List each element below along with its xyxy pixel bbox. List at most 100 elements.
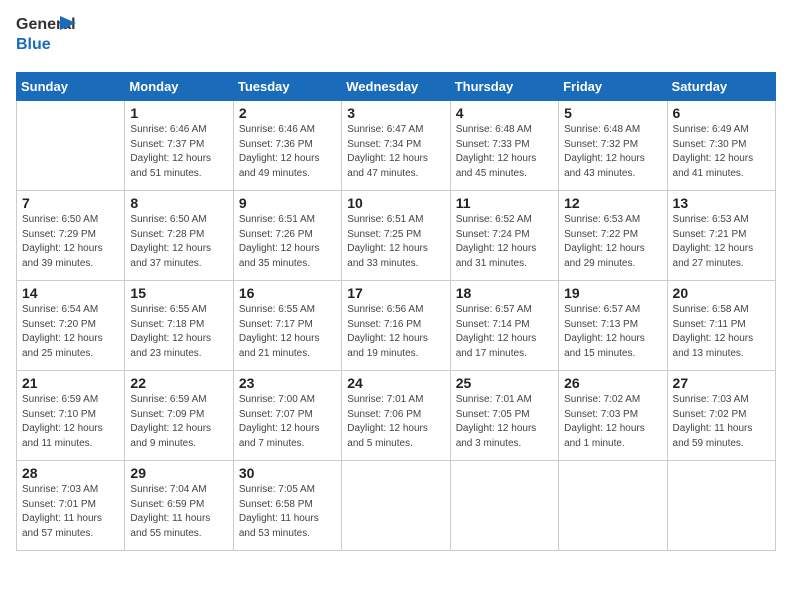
- day-cell: 25 Sunrise: 7:01 AMSunset: 7:05 PMDayligh…: [450, 371, 558, 461]
- day-cell: 18Sunrise: 6:57 AMSunset: 7:14 PMDayligh…: [450, 281, 558, 371]
- day-info: Sunrise: 7:03 AMSunset: 7:01 PMDaylight:…: [22, 483, 119, 541]
- day-info: Sunrise: 6:47 AMSunset: 7:34 PMDaylight:…: [347, 123, 444, 181]
- day-cell: 13 Sunrise: 6:53 AMSunset: 7:21 PMDayligh…: [667, 191, 775, 281]
- day-cell: 15 Sunrise: 6:55 AMSunset: 7:18 PMDayligh…: [125, 281, 233, 371]
- day-cell: [17, 101, 125, 191]
- day-number: 14: [22, 285, 119, 301]
- day-info: Sunrise: 7:03 AMSunset: 7:02 PMDaylight:…: [673, 393, 770, 451]
- day-info: Sunrise: 6:48 AMSunset: 7:32 PMDaylight:…: [564, 123, 661, 181]
- day-number: 26: [564, 375, 661, 391]
- day-cell: 2 Sunrise: 6:46 AMSunset: 7:36 PMDaylight…: [233, 101, 341, 191]
- day-info: Sunrise: 6:53 AMSunset: 7:22 PMDaylight:…: [564, 213, 661, 271]
- day-number: 22: [130, 375, 227, 391]
- logo-container: General Blue: [16, 16, 72, 60]
- day-number: 23: [239, 375, 336, 391]
- day-info: Sunrise: 6:53 AMSunset: 7:21 PMDaylight:…: [673, 213, 770, 271]
- day-info: Sunrise: 7:05 AMSunset: 6:58 PMDaylight:…: [239, 483, 336, 541]
- day-cell: 3 Sunrise: 6:47 AMSunset: 7:34 PMDaylight…: [342, 101, 450, 191]
- week-row-5: 28 Sunrise: 7:03 AMSunset: 7:01 PMDayligh…: [17, 461, 776, 551]
- day-number: 17: [347, 285, 444, 301]
- day-number: 12: [564, 195, 661, 211]
- col-header-tuesday: Tuesday: [233, 73, 341, 101]
- day-number: 3: [347, 105, 444, 121]
- day-cell: 27Sunrise: 7:03 AMSunset: 7:02 PMDayligh…: [667, 371, 775, 461]
- day-cell: 7 Sunrise: 6:50 AMSunset: 7:29 PMDaylight…: [17, 191, 125, 281]
- day-info: Sunrise: 7:01 AMSunset: 7:05 PMDaylight:…: [456, 393, 553, 451]
- day-info: Sunrise: 6:59 AMSunset: 7:09 PMDaylight:…: [130, 393, 227, 451]
- day-info: Sunrise: 6:57 AMSunset: 7:13 PMDaylight:…: [564, 303, 661, 361]
- day-info: Sunrise: 6:56 AMSunset: 7:16 PMDaylight:…: [347, 303, 444, 361]
- day-info: Sunrise: 6:50 AMSunset: 7:29 PMDaylight:…: [22, 213, 119, 271]
- day-number: 2: [239, 105, 336, 121]
- day-cell: 5Sunrise: 6:48 AMSunset: 7:32 PMDaylight…: [559, 101, 667, 191]
- day-info: Sunrise: 6:59 AMSunset: 7:10 PMDaylight:…: [22, 393, 119, 451]
- day-cell: 23Sunrise: 7:00 AMSunset: 7:07 PMDayligh…: [233, 371, 341, 461]
- week-row-2: 7 Sunrise: 6:50 AMSunset: 7:29 PMDaylight…: [17, 191, 776, 281]
- page-header: General Blue: [16, 16, 776, 60]
- day-cell: 4Sunrise: 6:48 AMSunset: 7:33 PMDaylight…: [450, 101, 558, 191]
- day-cell: 26Sunrise: 7:02 AMSunset: 7:03 PMDayligh…: [559, 371, 667, 461]
- logo-blue: Blue: [16, 36, 51, 54]
- day-cell: [667, 461, 775, 551]
- day-number: 25: [456, 375, 553, 391]
- day-number: 11: [456, 195, 553, 211]
- calendar-body: 1 Sunrise: 6:46 AMSunset: 7:37 PMDaylight…: [17, 101, 776, 551]
- day-number: 1: [130, 105, 227, 121]
- day-info: Sunrise: 6:46 AMSunset: 7:36 PMDaylight:…: [239, 123, 336, 181]
- day-cell: 9 Sunrise: 6:51 AMSunset: 7:26 PMDaylight…: [233, 191, 341, 281]
- day-info: Sunrise: 6:51 AMSunset: 7:25 PMDaylight:…: [347, 213, 444, 271]
- calendar-table: SundayMondayTuesdayWednesdayThursdayFrid…: [16, 72, 776, 551]
- day-info: Sunrise: 6:58 AMSunset: 7:11 PMDaylight:…: [673, 303, 770, 361]
- day-cell: 24 Sunrise: 7:01 AMSunset: 7:06 PMDayligh…: [342, 371, 450, 461]
- logo-arrow-icon: [60, 16, 76, 30]
- day-cell: 22 Sunrise: 6:59 AMSunset: 7:09 PMDayligh…: [125, 371, 233, 461]
- day-cell: 28 Sunrise: 7:03 AMSunset: 7:01 PMDayligh…: [17, 461, 125, 551]
- day-cell: 20 Sunrise: 6:58 AMSunset: 7:11 PMDayligh…: [667, 281, 775, 371]
- day-cell: 30 Sunrise: 7:05 AMSunset: 6:58 PMDayligh…: [233, 461, 341, 551]
- logo-graphic: General Blue: [16, 16, 68, 60]
- day-cell: [342, 461, 450, 551]
- day-number: 20: [673, 285, 770, 301]
- day-number: 19: [564, 285, 661, 301]
- day-info: Sunrise: 7:01 AMSunset: 7:06 PMDaylight:…: [347, 393, 444, 451]
- day-number: 18: [456, 285, 553, 301]
- day-number: 13: [673, 195, 770, 211]
- day-info: Sunrise: 6:48 AMSunset: 7:33 PMDaylight:…: [456, 123, 553, 181]
- day-cell: 1 Sunrise: 6:46 AMSunset: 7:37 PMDaylight…: [125, 101, 233, 191]
- day-number: 10: [347, 195, 444, 211]
- day-number: 24: [347, 375, 444, 391]
- day-cell: 8Sunrise: 6:50 AMSunset: 7:28 PMDaylight…: [125, 191, 233, 281]
- day-cell: 14 Sunrise: 6:54 AMSunset: 7:20 PMDayligh…: [17, 281, 125, 371]
- day-info: Sunrise: 6:54 AMSunset: 7:20 PMDaylight:…: [22, 303, 119, 361]
- day-number: 9: [239, 195, 336, 211]
- day-cell: [450, 461, 558, 551]
- day-info: Sunrise: 6:46 AMSunset: 7:37 PMDaylight:…: [130, 123, 227, 181]
- day-number: 8: [130, 195, 227, 211]
- day-cell: [559, 461, 667, 551]
- day-info: Sunrise: 6:55 AMSunset: 7:18 PMDaylight:…: [130, 303, 227, 361]
- week-row-3: 14 Sunrise: 6:54 AMSunset: 7:20 PMDayligh…: [17, 281, 776, 371]
- col-header-friday: Friday: [559, 73, 667, 101]
- day-number: 7: [22, 195, 119, 211]
- col-header-monday: Monday: [125, 73, 233, 101]
- day-cell: 19 Sunrise: 6:57 AMSunset: 7:13 PMDayligh…: [559, 281, 667, 371]
- logo: General Blue: [16, 16, 72, 60]
- day-cell: 29Sunrise: 7:04 AMSunset: 6:59 PMDayligh…: [125, 461, 233, 551]
- day-number: 6: [673, 105, 770, 121]
- day-number: 15: [130, 285, 227, 301]
- day-number: 28: [22, 465, 119, 481]
- col-header-wednesday: Wednesday: [342, 73, 450, 101]
- day-cell: 12 Sunrise: 6:53 AMSunset: 7:22 PMDayligh…: [559, 191, 667, 281]
- day-cell: 11Sunrise: 6:52 AMSunset: 7:24 PMDayligh…: [450, 191, 558, 281]
- day-number: 29: [130, 465, 227, 481]
- col-header-saturday: Saturday: [667, 73, 775, 101]
- day-cell: 10 Sunrise: 6:51 AMSunset: 7:25 PMDayligh…: [342, 191, 450, 281]
- day-info: Sunrise: 6:51 AMSunset: 7:26 PMDaylight:…: [239, 213, 336, 271]
- day-cell: 6 Sunrise: 6:49 AMSunset: 7:30 PMDaylight…: [667, 101, 775, 191]
- col-header-thursday: Thursday: [450, 73, 558, 101]
- day-info: Sunrise: 6:55 AMSunset: 7:17 PMDaylight:…: [239, 303, 336, 361]
- day-info: Sunrise: 6:49 AMSunset: 7:30 PMDaylight:…: [673, 123, 770, 181]
- day-number: 30: [239, 465, 336, 481]
- calendar-header-row: SundayMondayTuesdayWednesdayThursdayFrid…: [17, 73, 776, 101]
- week-row-4: 21Sunrise: 6:59 AMSunset: 7:10 PMDayligh…: [17, 371, 776, 461]
